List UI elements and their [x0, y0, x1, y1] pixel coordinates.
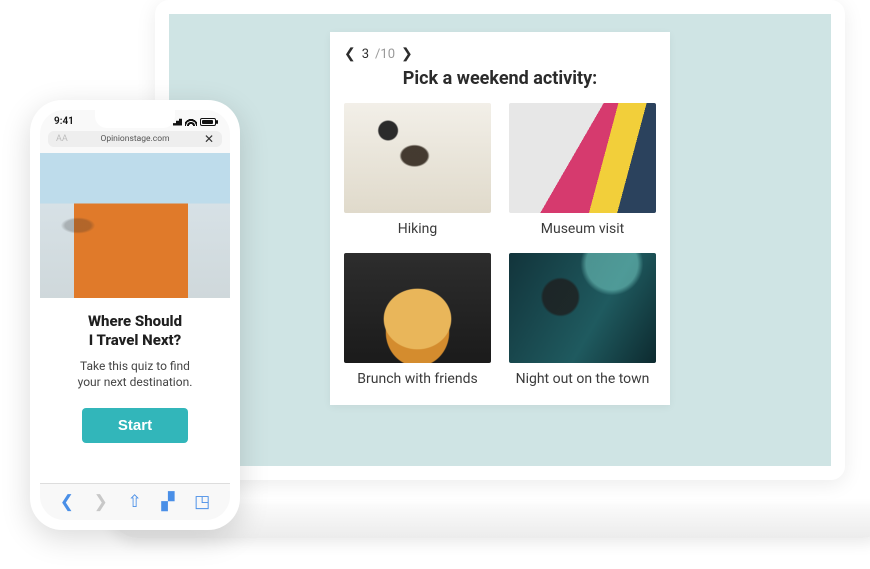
quiz-options-grid: Hiking Museum visit Brunch with friends …: [344, 103, 656, 387]
phone-screen: 9:41 AA Opinionstage.com ✕ Where Should …: [40, 110, 230, 520]
quiz-card: ❮ 3/10 ❯ Pick a weekend activity: Hiking…: [330, 32, 670, 405]
quiz-option-brunch[interactable]: Brunch with friends: [344, 253, 491, 387]
back-icon[interactable]: ❮: [60, 492, 74, 512]
status-icons: [170, 117, 216, 126]
share-icon[interactable]: ⇧: [128, 492, 142, 512]
quiz-option-museum[interactable]: Museum visit: [509, 103, 656, 237]
phone-device: 9:41 AA Opinionstage.com ✕ Where Should …: [30, 100, 240, 530]
laptop-device: ❮ 3/10 ❯ Pick a weekend activity: Hiking…: [130, 0, 870, 520]
laptop-screen: ❮ 3/10 ❯ Pick a weekend activity: Hiking…: [155, 0, 845, 480]
quiz-intro-subtitle: Take this quiz to find your next destina…: [52, 358, 218, 390]
option-label: Hiking: [344, 221, 491, 237]
browser-toolbar: ❮ ❯ ⇧ ▞ ◳: [40, 483, 230, 520]
option-label: Night out on the town: [509, 371, 656, 387]
tabs-icon[interactable]: ◳: [194, 492, 210, 512]
status-time: 9:41: [54, 116, 74, 127]
close-icon[interactable]: ✕: [204, 132, 214, 146]
address-url: Opinionstage.com: [100, 134, 169, 144]
quiz-question-title: Pick a weekend activity:: [344, 68, 656, 89]
hero-image: [40, 153, 230, 298]
forward-icon[interactable]: ❯: [94, 492, 108, 512]
bookmarks-icon[interactable]: ▞: [161, 492, 174, 512]
total-steps: /10: [375, 47, 395, 62]
option-image: [344, 103, 491, 213]
prev-step-button[interactable]: ❮: [344, 46, 356, 62]
option-label: Brunch with friends: [344, 371, 491, 387]
quiz-intro-title: Where Should I Travel Next?: [52, 312, 218, 350]
wifi-icon: [185, 117, 197, 126]
address-aa-icon[interactable]: AA: [56, 134, 68, 144]
battery-icon: [200, 118, 216, 126]
phone-notch: [95, 110, 175, 128]
start-button[interactable]: Start: [82, 408, 188, 443]
quiz-step-nav: ❮ 3/10 ❯: [344, 46, 656, 62]
quiz-option-night[interactable]: Night out on the town: [509, 253, 656, 387]
option-label: Museum visit: [509, 221, 656, 237]
quiz-option-hiking[interactable]: Hiking: [344, 103, 491, 237]
browser-address-bar[interactable]: AA Opinionstage.com ✕: [48, 131, 222, 147]
option-image: [344, 253, 491, 363]
option-image: [509, 253, 656, 363]
phone-content: Where Should I Travel Next? Take this qu…: [40, 153, 230, 520]
next-step-button[interactable]: ❯: [401, 46, 413, 62]
option-image: [509, 103, 656, 213]
current-step: 3: [362, 47, 369, 62]
quiz-intro: Where Should I Travel Next? Take this qu…: [40, 298, 230, 483]
